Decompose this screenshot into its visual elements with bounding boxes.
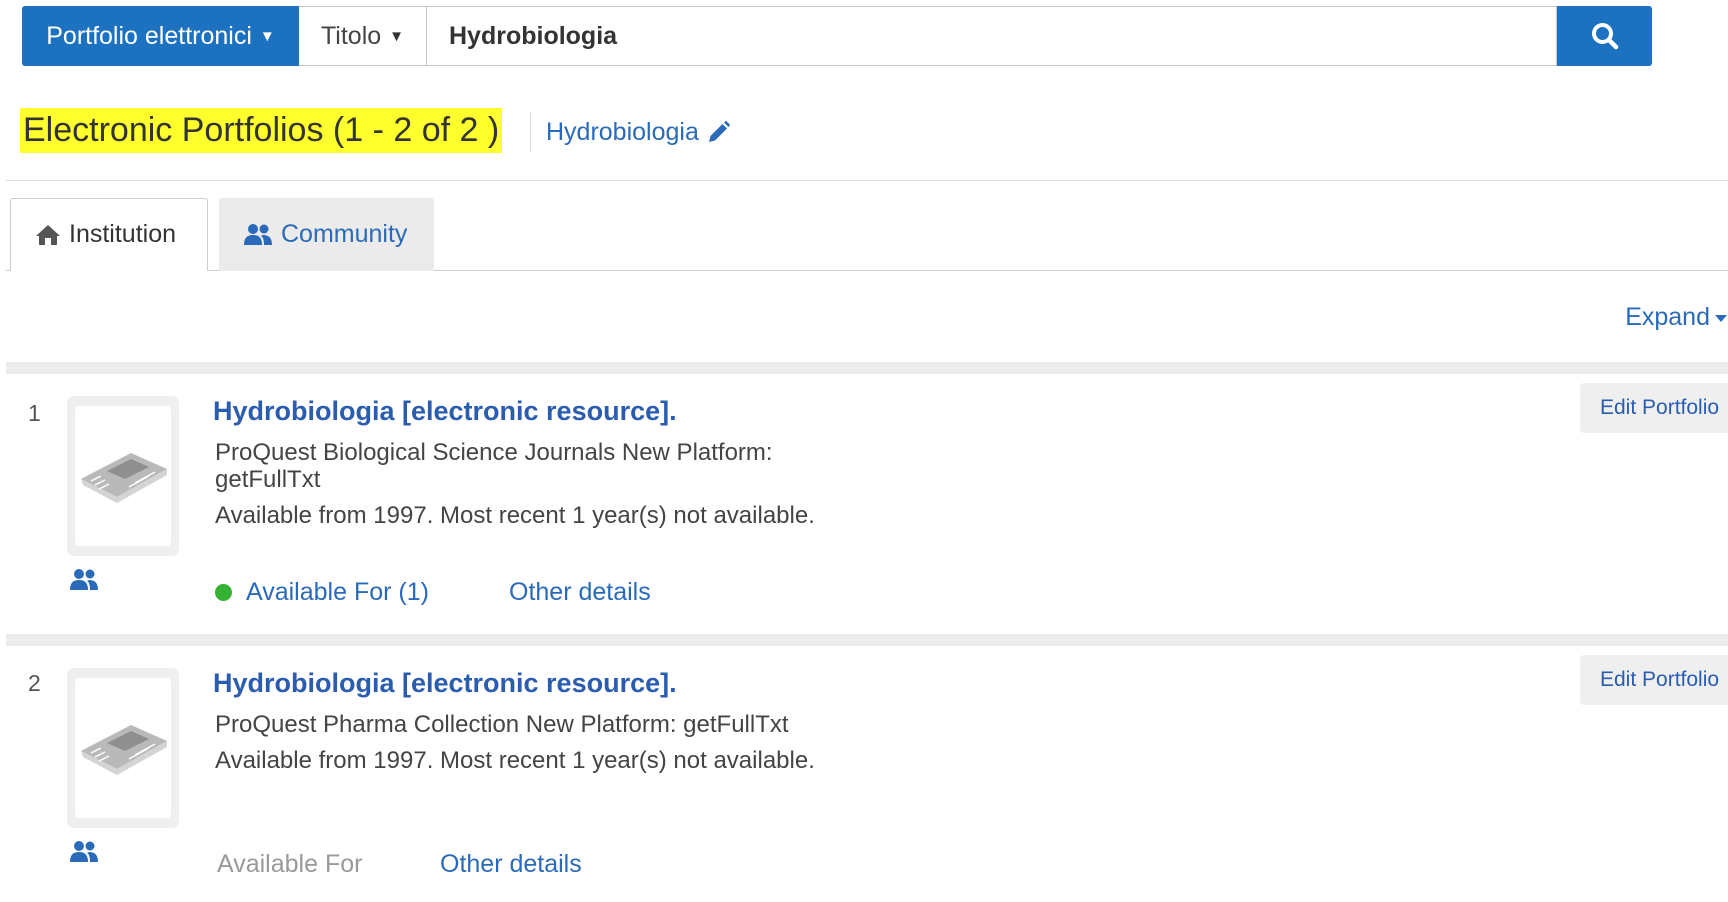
users-icon — [70, 569, 98, 590]
result-separator — [6, 362, 1728, 374]
search-field-dropdown[interactable]: Titolo ▼ — [299, 6, 427, 66]
journal-icon — [81, 453, 167, 503]
status-dot — [215, 584, 232, 601]
caret-down-icon: ▼ — [259, 27, 275, 45]
edit-query-link[interactable]: Hydrobiologia — [546, 118, 731, 147]
search-input[interactable]: Hydrobiologia — [427, 6, 1557, 66]
search-scope-label: Portfolio elettronici — [46, 21, 252, 50]
other-details-link[interactable]: Other details — [509, 578, 651, 607]
users-icon — [70, 841, 98, 862]
query-link-label: Hydrobiologia — [546, 118, 699, 146]
resource-thumbnail — [67, 396, 179, 556]
search-icon — [1591, 23, 1618, 50]
users-icon — [244, 223, 272, 245]
available-for-label: Available For (1) — [246, 578, 429, 606]
result-collection: ProQuest Biological Science Journals New… — [215, 439, 773, 466]
search-scope-dropdown[interactable]: Portfolio elettronici ▼ — [22, 6, 299, 66]
other-details-link[interactable]: Other details — [440, 850, 582, 879]
available-for-link[interactable]: Available For (1) — [215, 578, 429, 607]
available-for-label: Available For — [217, 850, 363, 878]
caret-down-icon: ▼ — [389, 27, 405, 45]
result-title-link[interactable]: Hydrobiologia [electronic resource]. — [213, 396, 677, 427]
search-bar: Portfolio elettronici ▼ Titolo ▼ Hydrobi… — [22, 6, 1652, 66]
home-icon — [36, 224, 60, 245]
tab-institution-label: Institution — [69, 220, 177, 248]
result-coverage: Available from 1997. Most recent 1 year(… — [215, 502, 815, 529]
expand-button[interactable]: Expand — [1625, 303, 1728, 332]
result-collection: ProQuest Pharma Collection New Platform:… — [215, 711, 789, 738]
result-service: getFullTxt — [215, 466, 321, 493]
resource-thumbnail — [67, 668, 179, 828]
pencil-icon — [708, 120, 731, 142]
tab-institution[interactable]: Institution — [10, 198, 208, 271]
header-divider — [6, 180, 1728, 181]
result-separator — [6, 634, 1728, 646]
journal-icon — [81, 725, 167, 775]
title-divider — [530, 112, 531, 152]
results-title: Electronic Portfolios (1 - 2 of 2 ) — [20, 108, 503, 153]
search-button[interactable] — [1557, 6, 1652, 66]
result-title-link[interactable]: Hydrobiologia [electronic resource]. — [213, 668, 677, 699]
caret-down-icon — [1715, 314, 1727, 322]
tab-community[interactable]: Community — [219, 198, 434, 271]
result-coverage: Available from 1997. Most recent 1 year(… — [215, 747, 815, 774]
search-field-label: Titolo — [320, 21, 382, 50]
edit-portfolio-button[interactable]: Edit Portfolio — [1580, 383, 1728, 433]
tab-community-label: Community — [281, 220, 408, 248]
result-number: 2 — [28, 670, 41, 696]
result-number: 1 — [28, 400, 41, 426]
expand-label: Expand — [1625, 303, 1710, 331]
edit-portfolio-button[interactable]: Edit Portfolio — [1580, 655, 1728, 705]
